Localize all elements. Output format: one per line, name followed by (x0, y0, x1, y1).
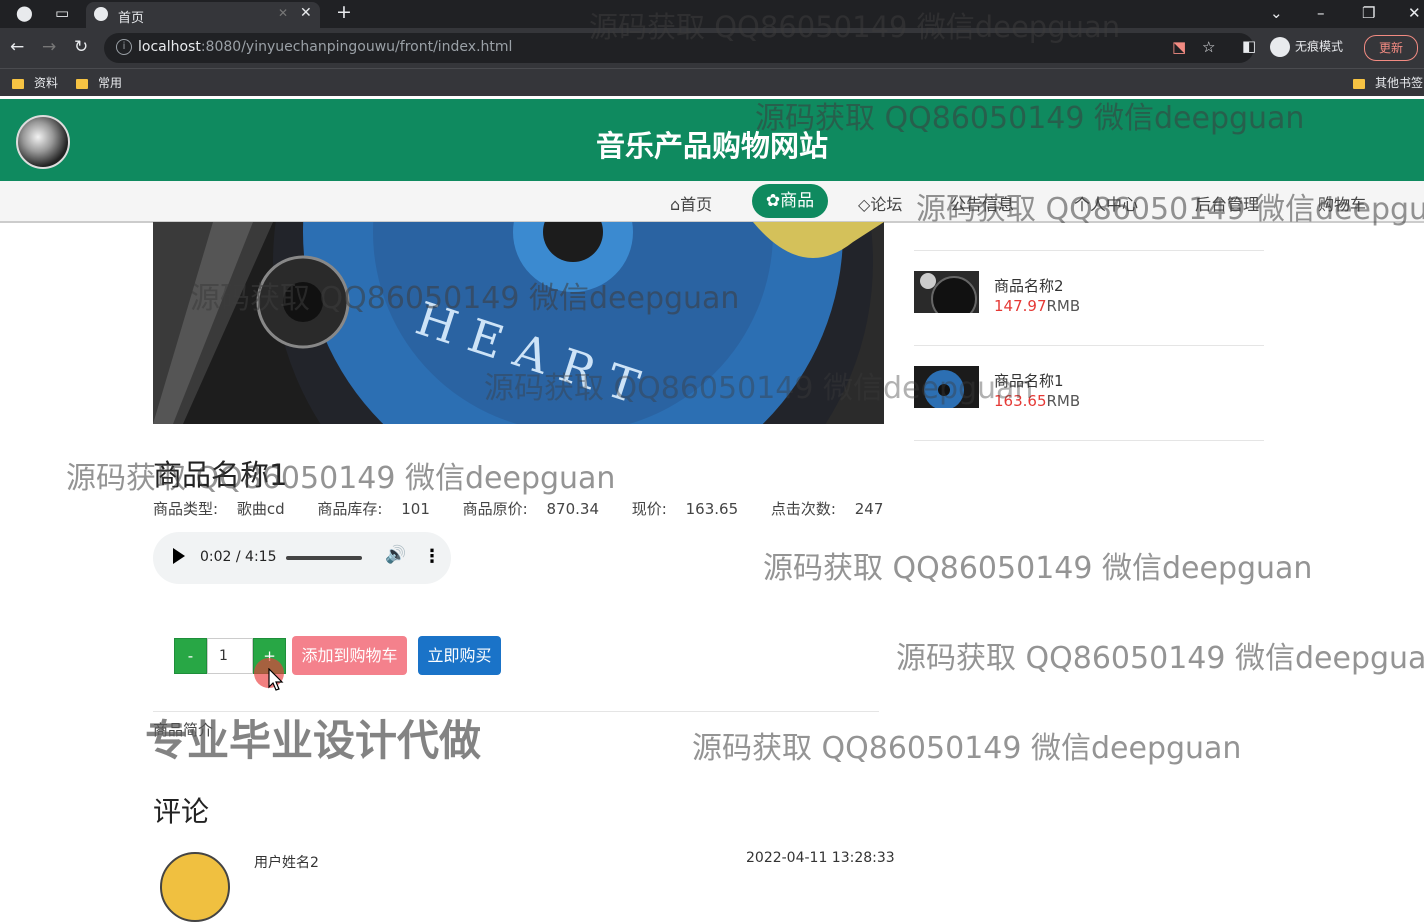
audio-progress[interactable] (286, 556, 362, 560)
product-name[interactable]: 商品名称2 (994, 275, 1064, 296)
back-icon[interactable]: ← (10, 37, 24, 57)
close-tab-icon[interactable]: ✕ (300, 5, 312, 21)
product-meta: 商品类型: 歌曲cd 商品库存: 101 商品原价: 870.34 现价: 16… (153, 500, 884, 518)
audio-player: 0:02 / 4:15 🔊 ⋮ (153, 532, 451, 584)
nav-home[interactable]: ⌂首页 (670, 191, 712, 215)
other-bookmarks[interactable]: 其他书签 (1353, 74, 1423, 91)
incognito-icon (1270, 37, 1290, 57)
browser-menu-icon[interactable]: ⬤ (16, 4, 33, 22)
tab-search-icon[interactable]: ⌄ (1270, 4, 1283, 22)
watermark: 源码获取 QQ86050149 微信deepguan (916, 192, 1424, 227)
minimize-icon[interactable]: – (1317, 4, 1325, 22)
update-button[interactable]: 更新 (1364, 35, 1418, 61)
side-panel-icon[interactable]: ◧ (1242, 37, 1256, 55)
play-icon[interactable] (173, 548, 185, 564)
watermark: 源码获取 QQ86050149 微信deepguan (66, 461, 616, 496)
more-options-icon[interactable]: ⋮ (423, 546, 441, 567)
folder-icon (12, 78, 24, 89)
buy-now-button[interactable]: 立即购买 (418, 636, 501, 675)
divider (914, 440, 1264, 441)
globe-icon (94, 7, 108, 21)
comments-title: 评论 (153, 795, 210, 828)
watermark: 源码获取 QQ86050149 微信deepguan (896, 641, 1424, 676)
audio-time: 0:02 / 4:15 (200, 549, 277, 565)
restore-icon[interactable]: ❐ (1362, 4, 1375, 22)
forward-icon[interactable]: → (42, 37, 56, 57)
watermark: 源码获取 QQ86050149 微信deepguan (763, 551, 1313, 586)
tab-strip-icon[interactable]: ▭ (55, 4, 69, 22)
folder-icon (76, 78, 88, 89)
product-thumbnail[interactable] (914, 271, 979, 313)
watermark: 源码获取 QQ86050149 微信deepguan (589, 10, 1121, 44)
watermark: 源码获取 QQ86050149 微信deepguan (190, 281, 740, 316)
bookmark-star-icon[interactable]: ☆ (1202, 38, 1215, 56)
blocked-popup-icon[interactable]: ⬔ (1172, 38, 1186, 56)
product-price: 147.97RMB (994, 297, 1081, 315)
decrease-button[interactable]: - (174, 638, 207, 674)
reload-icon[interactable]: ↻ (74, 37, 88, 57)
watermark: 源码获取 QQ86050149 微信deepguan (692, 731, 1242, 766)
nav-products[interactable]: ✿商品 (752, 184, 828, 218)
bookmark-folder[interactable]: 常用 (76, 74, 122, 91)
volume-icon[interactable]: 🔊 (385, 545, 406, 565)
new-tab-button[interactable]: + (336, 1, 352, 23)
folder-icon (1353, 78, 1365, 89)
bookmarks-bar: 资料 常用 其他书签 (0, 68, 1424, 96)
mute-icon[interactable]: ✕ (278, 6, 288, 20)
recent-products: 商品名称2 147.97RMB 商品名称1 163.65RMB (914, 250, 1264, 441)
comment-user: 用户姓名2 (254, 855, 319, 871)
incognito-indicator[interactable]: 无痕模式 (1270, 37, 1343, 57)
quantity-input[interactable]: 1 (207, 638, 253, 674)
watermark-big: 专业毕业设计代做 (145, 716, 482, 765)
bookmark-folder[interactable]: 资料 (12, 74, 58, 91)
add-to-cart-button[interactable]: 添加到购物车 (292, 636, 407, 675)
url-text: localhost:8080/yinyuechanpingouwu/front/… (138, 39, 513, 55)
list-item[interactable]: 商品名称2 147.97RMB (914, 250, 1264, 345)
tab-title: 首页 (118, 11, 145, 26)
avatar (160, 852, 230, 922)
mouse-cursor-icon (268, 668, 284, 691)
nav-forum[interactable]: ◇论坛 (858, 191, 902, 215)
watermark: 源码获取 QQ86050149 微信deepguan (755, 101, 1305, 136)
site-info-icon[interactable]: i (116, 39, 132, 55)
close-window-icon[interactable]: ✕ (1408, 4, 1421, 22)
watermark: 源码获取 QQ86050149 微信deepguan (484, 371, 1034, 406)
browser-tab[interactable]: 首页 ✕ ✕ (86, 2, 320, 28)
